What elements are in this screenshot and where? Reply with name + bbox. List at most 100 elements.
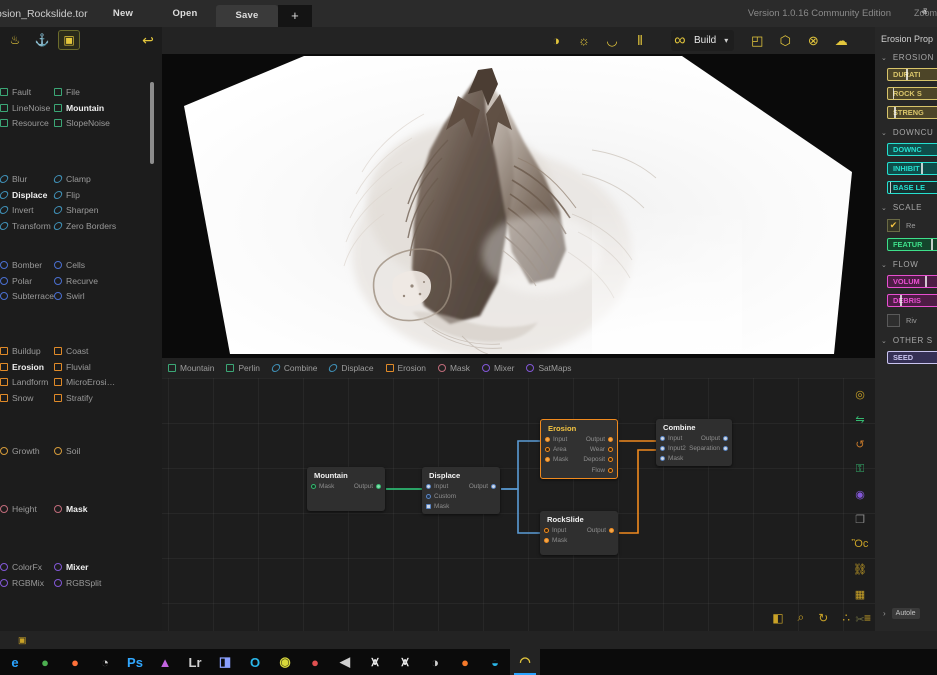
library-node-cells[interactable]: Cells: [54, 260, 162, 270]
graph-tab-erosion[interactable]: Erosion: [385, 363, 426, 373]
graph-node-erosion[interactable]: Erosion Input Area Mask Output Wear Deposit Flo…: [540, 419, 618, 479]
slider-knob[interactable]: [925, 276, 927, 287]
graph-tab-mixer[interactable]: Mixer: [481, 363, 514, 373]
node-output-port[interactable]: Wear: [590, 446, 613, 453]
slider-featur[interactable]: FEATUR: [887, 238, 937, 251]
taskbar-unknown2[interactable]: ●: [300, 649, 330, 675]
library-node-mask[interactable]: Mask: [54, 504, 162, 514]
checkbox-re[interactable]: ✔ Re: [887, 219, 937, 232]
taskbar-edge[interactable]: e: [0, 649, 30, 675]
node-input-port[interactable]: Custom: [426, 493, 456, 500]
taskbar-gaea[interactable]: ◠: [510, 649, 540, 675]
taskbar-substance[interactable]: ▲: [150, 649, 180, 675]
search-icon[interactable]: ⌕: [798, 610, 805, 625]
library-node-buildup[interactable]: Buildup: [0, 346, 54, 356]
node-output-port[interactable]: Output: [354, 483, 381, 490]
hierarchy-icon[interactable]: ⛓: [852, 561, 868, 577]
slider-volum[interactable]: VOLUM: [887, 275, 937, 288]
node-output-port[interactable]: Flow: [592, 467, 613, 474]
sliders-icon[interactable]: ⦀: [631, 32, 649, 50]
graph-tab-satmaps[interactable]: SatMaps: [526, 363, 572, 373]
node-input-port[interactable]: Input: [426, 483, 456, 490]
graph-node-combine[interactable]: Combine Input Input2 Mask Output Separation: [656, 419, 732, 467]
node-output-port[interactable]: Output: [701, 435, 728, 442]
checkbox-icon[interactable]: ✔: [887, 219, 900, 232]
library-node-mixer[interactable]: Mixer: [54, 562, 162, 572]
taskbar-zbrush2[interactable]: ⩙: [390, 649, 420, 675]
slider-durati[interactable]: DURATI: [887, 68, 937, 81]
library-node-stratify[interactable]: Stratify: [54, 393, 162, 403]
property-section-flow[interactable]: ⌄ FLOW: [875, 251, 937, 269]
slider-rocks[interactable]: ROCK S: [887, 87, 937, 100]
slider-seed[interactable]: SEED: [887, 351, 937, 364]
graph-node-mountain[interactable]: Mountain Mask Output: [307, 467, 385, 511]
library-node-coast[interactable]: Coast: [54, 346, 162, 356]
library-node-growth[interactable]: Growth: [0, 446, 54, 456]
slider-streng[interactable]: STRENG: [887, 106, 937, 119]
library-node-landform[interactable]: Landform: [0, 377, 54, 387]
library-node-snow[interactable]: Snow: [0, 393, 54, 403]
refresh-icon[interactable]: ↻: [818, 611, 828, 625]
checkbox-riv[interactable]: Riv: [887, 314, 937, 327]
taskbar-unknown1[interactable]: ◉: [270, 649, 300, 675]
library-node-flip[interactable]: Flip: [52, 190, 162, 200]
slider-basele[interactable]: BASE LE: [887, 181, 937, 194]
node-input-port[interactable]: Mask: [426, 503, 456, 510]
library-node-subterrace[interactable]: Subterrace: [0, 291, 54, 301]
copy-icon[interactable]: ◰: [748, 32, 766, 50]
graph-node-rockslide[interactable]: RockSlide Input Mask Output: [540, 511, 618, 555]
terrain-viewport[interactable]: [162, 27, 875, 358]
property-section-others[interactable]: ⌄ OTHER S: [875, 327, 937, 345]
undo-arrow-icon[interactable]: ↺: [852, 436, 868, 452]
node-output-port[interactable]: Output: [587, 527, 614, 534]
library-node-slopenoise[interactable]: SlopeNoise: [54, 118, 162, 128]
slider-inhibit[interactable]: INHIBIT: [887, 162, 937, 175]
library-node-file[interactable]: File: [54, 87, 162, 97]
taskbar-blender[interactable]: ●: [450, 649, 480, 675]
camera-icon[interactable]: ▣: [58, 30, 80, 50]
library-node-transform[interactable]: Transform: [0, 221, 54, 231]
library-node-invert[interactable]: Invert: [0, 205, 54, 215]
taskbar-lightroom[interactable]: Lr: [180, 649, 210, 675]
node-input-port[interactable]: Input: [544, 527, 567, 534]
taskbar-unity[interactable]: ◒: [480, 649, 510, 675]
taskbar-opera[interactable]: O: [240, 649, 270, 675]
library-node-zeroborders[interactable]: Zero Borders: [52, 221, 162, 231]
graph-tab-combine[interactable]: Combine: [270, 363, 317, 373]
cloud-icon[interactable]: ☁: [832, 32, 850, 50]
node-input-port[interactable]: Input: [545, 436, 568, 443]
record-icon[interactable]: ◉: [852, 486, 868, 502]
library-node-polar[interactable]: Polar: [0, 276, 54, 286]
sun-icon[interactable]: ☼: [575, 32, 593, 50]
node-graph[interactable]: Mountain Mask Output Displace Input Custom Mas…: [162, 378, 875, 631]
property-section-erosion[interactable]: ⌄ EROSION: [875, 44, 937, 62]
property-section-scale[interactable]: ⌄ SCALE: [875, 194, 937, 212]
node-input-port[interactable]: Input: [660, 435, 686, 442]
library-node-soil[interactable]: Soil: [54, 446, 162, 456]
library-node-clamp[interactable]: Clamp: [52, 174, 162, 184]
node-output-port[interactable]: Separation: [689, 445, 728, 452]
briefcase-icon[interactable]: Ὃc: [852, 536, 869, 552]
duplicate-icon[interactable]: ❐: [852, 511, 868, 527]
node-input-port[interactable]: Area: [545, 446, 568, 453]
library-node-rgbmix[interactable]: RGBMix: [0, 578, 54, 588]
menu-item-new[interactable]: New: [92, 0, 154, 27]
taskbar-sound[interactable]: ◀: [330, 649, 360, 675]
build-button[interactable]: ∞ Build ▾: [671, 30, 735, 51]
taskbar-houdini[interactable]: ◑: [420, 649, 450, 675]
library-node-fluvial[interactable]: Fluvial: [54, 362, 162, 372]
slider-knob[interactable]: [889, 182, 892, 193]
library-node-mountain[interactable]: Mountain: [54, 103, 162, 113]
slider-debris[interactable]: DEBRIS: [887, 294, 937, 307]
library-node-erosion[interactable]: Erosion: [0, 362, 54, 372]
node-input-port[interactable]: Mask: [545, 456, 568, 463]
autolevel-row[interactable]: › Autole: [875, 608, 937, 619]
graph-node-displace[interactable]: Displace Input Custom Mask Output: [422, 467, 500, 515]
thumbnail-icon[interactable]: ◧: [772, 611, 783, 625]
undo-icon[interactable]: ↩: [138, 31, 158, 49]
chevron-down-icon[interactable]: ▾: [724, 36, 734, 45]
library-node-microerosi[interactable]: MicroErosi…: [54, 377, 162, 387]
slider-knob[interactable]: [921, 163, 923, 174]
menu-item-add[interactable]: +: [278, 5, 312, 27]
menu-item-open[interactable]: Open: [154, 0, 216, 27]
